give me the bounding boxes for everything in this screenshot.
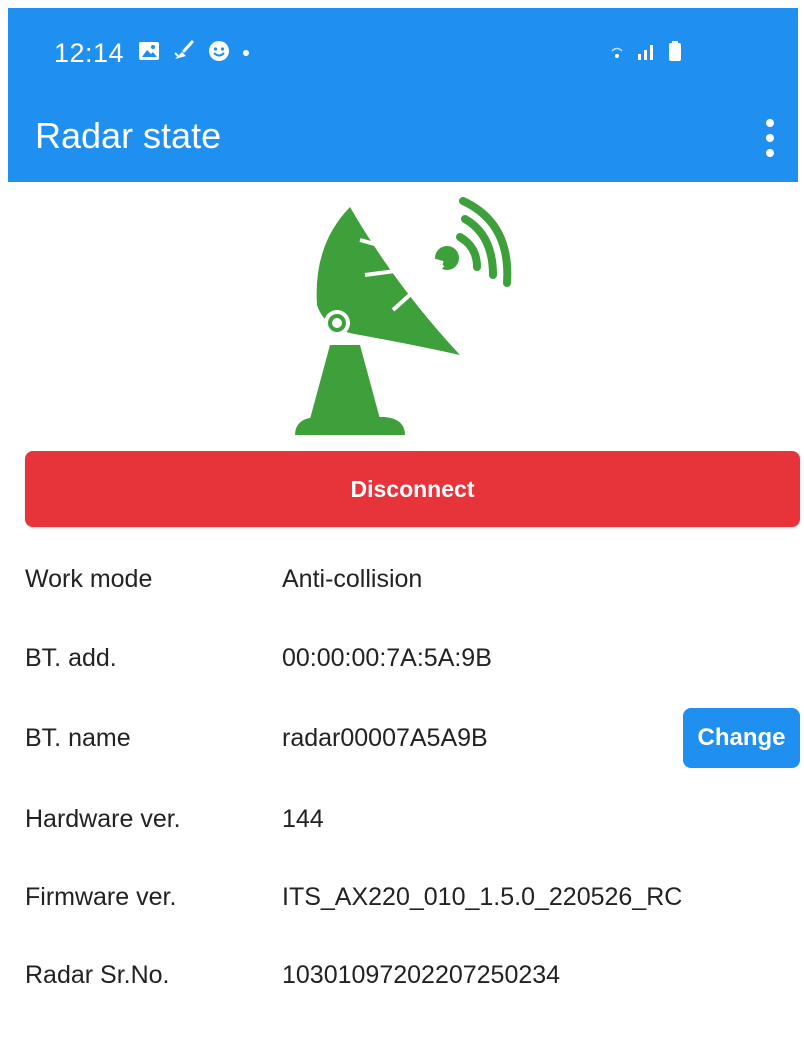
disconnect-button[interactable]: Disconnect [25, 451, 800, 527]
bt-address-label: BT. add. [25, 644, 117, 672]
hardware-version-row: Hardware ver. 144 [0, 789, 804, 849]
cleaner-icon [172, 39, 196, 68]
bt-name-value: radar00007A5A9B [282, 724, 488, 752]
radar-serial-value: 10301097202207250234 [282, 961, 561, 989]
work-mode-row: Work mode Anti-collision [0, 549, 804, 609]
status-time: 12:14 [54, 38, 125, 68]
bt-name-label: BT. name [25, 724, 131, 752]
more-vert-icon[interactable] [748, 108, 792, 168]
app-bar: 12:14 Radar state [8, 8, 798, 182]
wifi-icon [608, 43, 626, 64]
battery-icon [668, 40, 682, 67]
status-system-icons [608, 40, 682, 66]
gallery-icon [138, 40, 160, 67]
radar-serial-label: Radar Sr.No. [25, 961, 170, 989]
work-mode-value: Anti-collision [282, 565, 423, 593]
satellite-dish-icon [255, 195, 525, 445]
radar-serial-row: Radar Sr.No. 10301097202207250234 [0, 945, 804, 1005]
bt-address-value: 00:00:00:7A:5A:9B [282, 644, 492, 672]
page-title: Radar state [35, 115, 222, 156]
status-bar: 12:14 [8, 8, 798, 88]
status-notification-icons [138, 38, 250, 68]
work-mode-label: Work mode [25, 565, 153, 593]
signal-icon [636, 40, 658, 67]
firmware-version-label: Firmware ver. [25, 883, 177, 911]
dot-icon [242, 44, 250, 62]
change-name-button[interactable]: Change [683, 708, 800, 768]
emoji-icon [208, 40, 230, 67]
hardware-version-value: 144 [282, 805, 324, 833]
bt-address-row: BT. add. 00:00:00:7A:5A:9B [0, 628, 804, 688]
firmware-version-value: ITS_AX220_010_1.5.0_220526_RC [282, 883, 683, 911]
screen: 12:14 Radar state Disconnect Work mode A… [0, 0, 804, 1053]
hardware-version-label: Hardware ver. [25, 805, 181, 833]
firmware-version-row: Firmware ver. ITS_AX220_010_1.5.0_220526… [0, 867, 804, 927]
